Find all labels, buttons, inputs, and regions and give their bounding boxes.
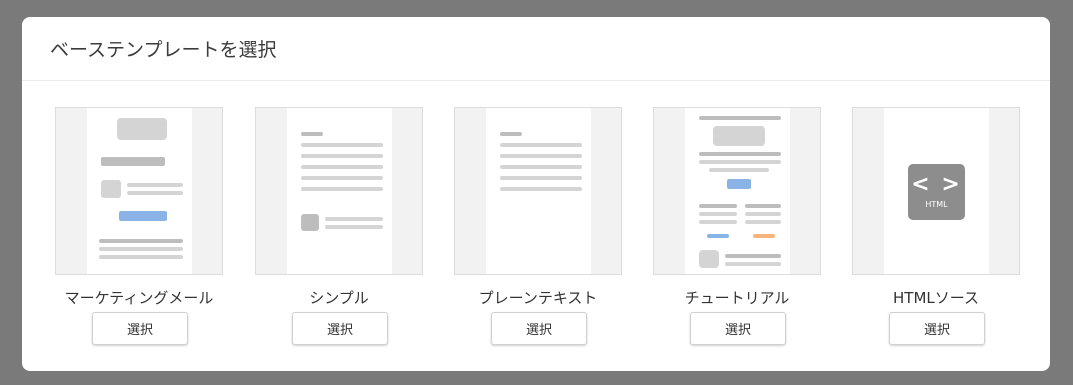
marketing-thumbnail[interactable] bbox=[55, 107, 223, 275]
template-label: プレーンテキスト bbox=[478, 289, 598, 307]
template-label: チュートリアル bbox=[684, 289, 790, 307]
html-thumbnail[interactable]: < > HTML bbox=[852, 107, 1020, 275]
select-tutorial-button[interactable]: 選択 bbox=[690, 312, 786, 345]
template-card-marketing: マーケティングメール 選択 bbox=[55, 107, 223, 367]
thumbnail-paper bbox=[87, 108, 192, 274]
template-label: マーケティングメール bbox=[64, 289, 214, 307]
plaintext-thumbnail[interactable] bbox=[454, 107, 622, 275]
thumbnail-paper: < > HTML bbox=[884, 108, 989, 274]
select-marketing-button[interactable]: 選択 bbox=[92, 312, 188, 345]
select-html-button[interactable]: 選択 bbox=[889, 312, 985, 345]
thumbnail-paper bbox=[486, 108, 591, 274]
template-card-plaintext: プレーンテキスト 選択 bbox=[454, 107, 622, 367]
thumbnail-paper bbox=[287, 108, 392, 274]
html-code-icon: < > HTML bbox=[908, 164, 965, 220]
template-select-modal: ベーステンプレートを選択 マーケティングメール 選択 シンプル 選択 プレーンテ… bbox=[22, 17, 1050, 371]
simple-thumbnail[interactable] bbox=[255, 107, 423, 275]
template-label: HTMLソース bbox=[893, 289, 979, 307]
template-label: シンプル bbox=[309, 289, 369, 307]
modal-header: ベーステンプレートを選択 bbox=[22, 17, 1050, 81]
template-card-simple: シンプル 選択 bbox=[255, 107, 423, 367]
modal-title: ベーステンプレートを選択 bbox=[50, 39, 277, 61]
thumbnail-paper bbox=[685, 108, 790, 274]
template-card-tutorial: チュートリアル 選択 bbox=[653, 107, 821, 367]
template-card-html: < > HTML HTMLソース 選択 bbox=[852, 107, 1020, 367]
template-list: マーケティングメール 選択 シンプル 選択 プレーンテキスト 選択 チュートリア… bbox=[55, 107, 1023, 367]
select-simple-button[interactable]: 選択 bbox=[292, 312, 388, 345]
tutorial-thumbnail[interactable] bbox=[653, 107, 821, 275]
select-plaintext-button[interactable]: 選択 bbox=[491, 312, 587, 345]
